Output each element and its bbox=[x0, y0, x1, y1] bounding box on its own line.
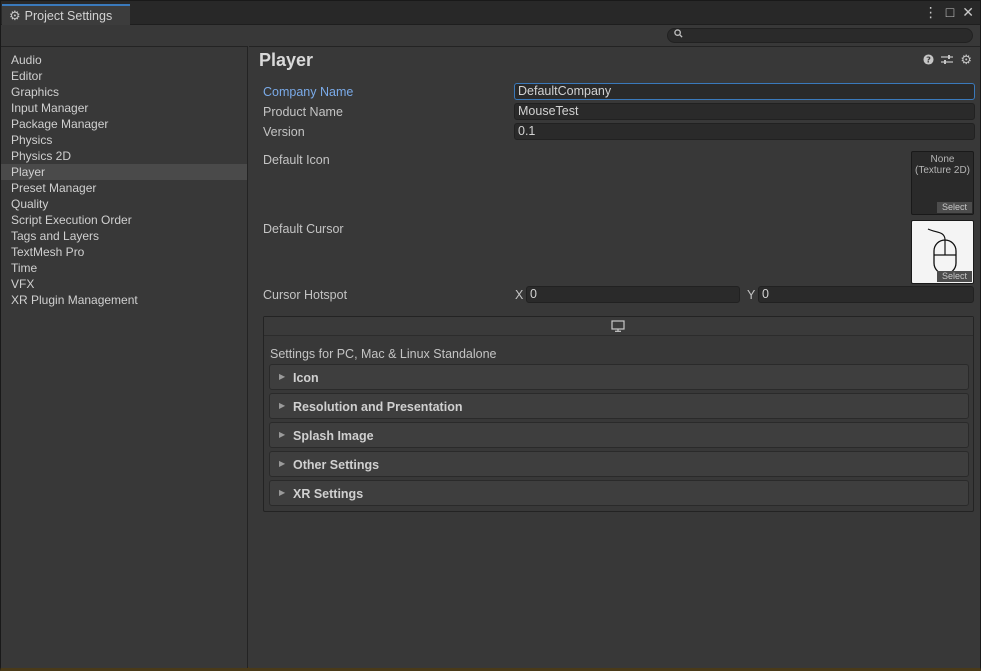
tab-title: Project Settings bbox=[24, 8, 113, 23]
default-icon-none-text: None (Texture 2D) bbox=[914, 154, 970, 176]
sidebar-item-textmesh-pro[interactable]: TextMesh Pro bbox=[1, 244, 247, 260]
expand-triangle-icon: ▶ bbox=[279, 372, 286, 381]
sidebar-item-graphics[interactable]: Graphics bbox=[1, 84, 247, 100]
foldout-icon[interactable]: ▶ Icon bbox=[269, 364, 969, 390]
foldout-xr-settings[interactable]: ▶ XR Settings bbox=[269, 480, 969, 506]
header-icons: ? ⚙ bbox=[923, 53, 972, 68]
window-actions: ⋮ □ ✕ bbox=[924, 4, 974, 21]
hotspot-x-label: X bbox=[515, 288, 524, 302]
project-settings-window: ⚙ Project Settings ⋮ □ ✕ Audio Editor Gr… bbox=[0, 0, 981, 671]
foldout-resolution-and-presentation[interactable]: ▶ Resolution and Presentation bbox=[269, 393, 969, 419]
settings-gear-icon[interactable]: ⚙ bbox=[960, 53, 972, 68]
search-bar bbox=[1, 26, 980, 45]
expand-triangle-icon: ▶ bbox=[279, 430, 286, 439]
maximize-icon[interactable]: □ bbox=[946, 4, 954, 21]
sidebar-item-editor[interactable]: Editor bbox=[1, 68, 247, 84]
foldout-splash-image[interactable]: ▶ Splash Image bbox=[269, 422, 969, 448]
gear-icon: ⚙ bbox=[9, 7, 21, 23]
cursor-hotspot-label: Cursor Hotspot bbox=[263, 288, 348, 302]
sidebar-item-script-execution-order[interactable]: Script Execution Order bbox=[1, 212, 247, 228]
foldout-label: Resolution and Presentation bbox=[293, 400, 463, 414]
version-label: Version bbox=[263, 125, 305, 139]
product-name-field[interactable]: MouseTest bbox=[514, 103, 975, 120]
sidebar-item-quality[interactable]: Quality bbox=[1, 196, 247, 212]
sidebar-item-input-manager[interactable]: Input Manager bbox=[1, 100, 247, 116]
expand-triangle-icon: ▶ bbox=[279, 459, 286, 468]
expand-triangle-icon: ▶ bbox=[279, 401, 286, 410]
platform-tab-standalone[interactable] bbox=[264, 317, 973, 336]
title-bar: ⚙ Project Settings ⋮ □ ✕ bbox=[1, 1, 980, 25]
sidebar-item-tags-and-layers[interactable]: Tags and Layers bbox=[1, 228, 247, 244]
player-settings-panel: Player ? ⚙ Company Name DefaultCompany P… bbox=[249, 46, 980, 668]
foldout-label: XR Settings bbox=[293, 487, 364, 501]
default-cursor-object-field[interactable]: Select bbox=[911, 220, 974, 284]
default-icon-object-field[interactable]: None (Texture 2D) Select bbox=[911, 151, 974, 215]
search-input[interactable] bbox=[667, 28, 973, 43]
sidebar-item-physics[interactable]: Physics bbox=[1, 132, 247, 148]
svg-text:?: ? bbox=[926, 54, 931, 64]
monitor-icon bbox=[611, 320, 625, 335]
sidebar-item-time[interactable]: Time bbox=[1, 260, 247, 276]
product-name-label: Product Name bbox=[263, 105, 343, 119]
platform-title: Settings for PC, Mac & Linux Standalone bbox=[270, 347, 497, 361]
default-icon-label: Default Icon bbox=[263, 153, 330, 167]
sidebar-item-package-manager[interactable]: Package Manager bbox=[1, 116, 247, 132]
default-cursor-label: Default Cursor bbox=[263, 222, 344, 236]
sidebar-item-player[interactable]: Player bbox=[1, 164, 247, 180]
sidebar-item-vfx[interactable]: VFX bbox=[1, 276, 247, 292]
preset-icon[interactable] bbox=[941, 54, 954, 68]
company-name-field[interactable]: DefaultCompany bbox=[514, 83, 975, 100]
project-settings-tab[interactable]: ⚙ Project Settings bbox=[2, 4, 130, 25]
hotspot-y-label: Y bbox=[747, 288, 756, 302]
sidebar-item-physics-2d[interactable]: Physics 2D bbox=[1, 148, 247, 164]
foldout-label: Other Settings bbox=[293, 458, 380, 472]
foldout-label: Icon bbox=[293, 371, 319, 385]
default-icon-select-button[interactable]: Select bbox=[937, 202, 972, 213]
search-icon bbox=[674, 29, 683, 40]
sidebar-item-xr-plugin-management[interactable]: XR Plugin Management bbox=[1, 292, 247, 308]
page-title: Player bbox=[259, 50, 314, 70]
kebab-menu-icon[interactable]: ⋮ bbox=[924, 4, 938, 21]
hotspot-x-field[interactable]: 0 bbox=[526, 286, 740, 303]
sidebar-item-audio[interactable]: Audio bbox=[1, 52, 247, 68]
version-field[interactable]: 0.1 bbox=[514, 123, 975, 140]
foldout-other-settings[interactable]: ▶ Other Settings bbox=[269, 451, 969, 477]
close-icon[interactable]: ✕ bbox=[962, 4, 974, 21]
platform-settings-panel: Settings for PC, Mac & Linux Standalone … bbox=[263, 316, 974, 512]
settings-sidebar: Audio Editor Graphics Input Manager Pack… bbox=[1, 46, 248, 668]
hotspot-y-field[interactable]: 0 bbox=[758, 286, 974, 303]
help-icon[interactable]: ? bbox=[923, 54, 934, 68]
default-cursor-select-button[interactable]: Select bbox=[937, 271, 972, 282]
foldout-label: Splash Image bbox=[293, 429, 374, 443]
expand-triangle-icon: ▶ bbox=[279, 488, 286, 497]
sidebar-item-preset-manager[interactable]: Preset Manager bbox=[1, 180, 247, 196]
company-name-label: Company Name bbox=[263, 85, 354, 99]
